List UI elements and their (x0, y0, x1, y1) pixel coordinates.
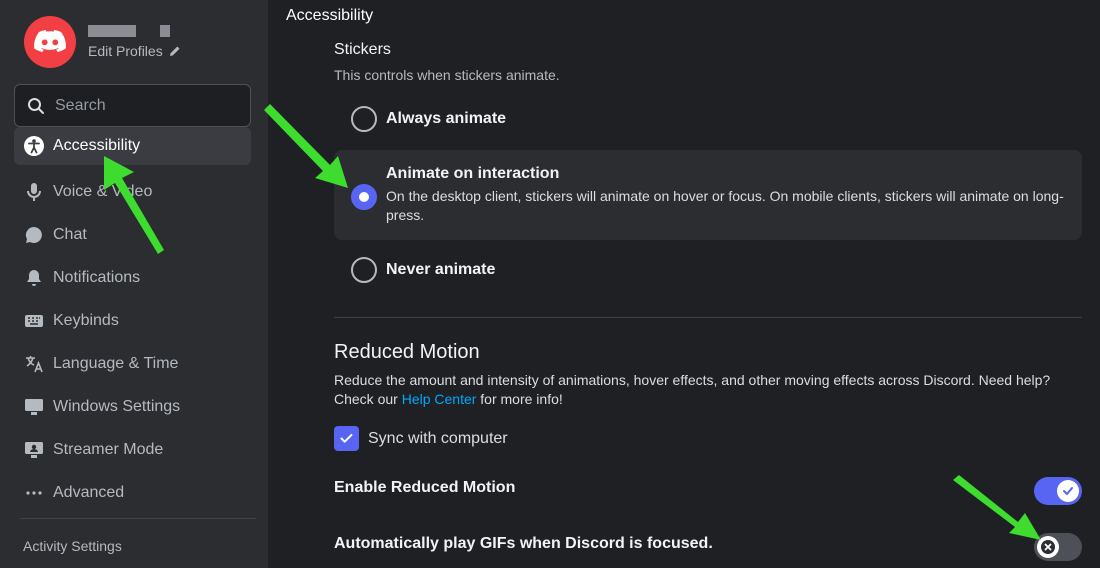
enable-reduced-motion-label: Enable Reduced Motion (334, 479, 516, 496)
sidebar-item-notifications[interactable]: Notifications (14, 256, 251, 299)
profile-header: Edit Profiles (24, 16, 181, 68)
reduced-motion-description: Reduce the amount and intensity of anima… (334, 371, 1082, 409)
bell-icon (24, 268, 44, 288)
stickers-section-title: Stickers (334, 41, 391, 58)
help-center-link[interactable]: Help Center (402, 391, 477, 407)
pencil-icon (169, 46, 180, 56)
checkmark-icon (340, 433, 353, 443)
page-title: Accessibility (286, 7, 374, 24)
chat-bubble-icon (24, 225, 44, 245)
keyboard-icon (24, 311, 44, 331)
sticker-option-animate-on-interaction[interactable]: Animate on interaction On the desktop cl… (334, 150, 1082, 240)
toggle-knob (1037, 536, 1059, 558)
sidebar-item-label: Advanced (53, 483, 125, 501)
monitor-icon (24, 397, 44, 417)
redacted-username (88, 25, 181, 39)
description-text: for more info! (476, 391, 563, 407)
autoplay-gifs-label: Automatically play GIFs when Discord is … (334, 535, 713, 552)
sidebar-item-windows-settings[interactable]: Windows Settings (14, 385, 251, 428)
search-icon (28, 97, 44, 114)
close-icon (1041, 540, 1055, 554)
edit-profiles-link[interactable]: Edit Profiles (88, 43, 181, 59)
sidebar-item-accessibility[interactable]: Accessibility (14, 127, 251, 165)
sidebar-section-header: Activity Settings (23, 538, 122, 554)
sync-checkbox[interactable] (334, 426, 359, 451)
sidebar-item-label: Keybinds (53, 311, 119, 329)
streamer-icon (24, 440, 44, 460)
radio-button[interactable] (351, 106, 377, 132)
sidebar-item-chat[interactable]: Chat (14, 213, 251, 256)
checkmark-icon (1063, 487, 1073, 495)
discord-logo-icon (34, 30, 66, 53)
sidebar-item-label: Notifications (53, 268, 141, 286)
search-input[interactable] (55, 96, 235, 115)
reduced-motion-title: Reduced Motion (334, 341, 480, 363)
sidebar-item-voice-video[interactable]: Voice & Video (14, 170, 251, 213)
translate-icon (24, 354, 44, 374)
sidebar-item-streamer-mode[interactable]: Streamer Mode (14, 428, 251, 471)
radio-button[interactable] (351, 257, 377, 283)
toggle-knob (1057, 480, 1079, 502)
radio-description: On the desktop client, stickers will ani… (386, 188, 1064, 223)
radio-button-selected[interactable] (351, 184, 377, 210)
sidebar-divider (20, 518, 256, 519)
radio-label: Never animate (386, 261, 496, 278)
sidebar-item-label: Windows Settings (53, 397, 181, 415)
sidebar-item-label: Chat (53, 225, 87, 243)
search-box[interactable] (14, 84, 251, 127)
settings-sidebar: Edit Profiles Accessibility Voice & Vide… (0, 0, 268, 568)
sidebar-item-label: Language & Time (53, 354, 179, 372)
sync-with-computer-row[interactable]: Sync with computer (334, 426, 508, 451)
sidebar-nav: Accessibility Voice & Video Chat Notific… (14, 127, 251, 514)
enable-reduced-motion-toggle[interactable] (1034, 477, 1082, 505)
radio-label: Always animate (386, 110, 507, 127)
settings-content: Accessibility Stickers This controls whe… (268, 0, 1100, 568)
autoplay-gifs-toggle[interactable] (1034, 533, 1082, 561)
sidebar-item-label: Streamer Mode (53, 440, 164, 458)
sync-label: Sync with computer (368, 429, 508, 447)
radio-label: Animate on interaction (386, 165, 560, 182)
sidebar-item-language-time[interactable]: Language & Time (14, 342, 251, 385)
accessibility-icon (24, 136, 44, 156)
stickers-section-description: This controls when stickers animate. (334, 67, 560, 83)
sticker-option-always-animate[interactable]: Always animate (334, 106, 1082, 132)
section-divider (334, 317, 1082, 318)
microphone-icon (24, 182, 44, 202)
sidebar-item-label: Voice & Video (53, 182, 153, 200)
sidebar-item-label: Accessibility (53, 137, 141, 154)
sidebar-item-advanced[interactable]: Advanced (14, 471, 251, 514)
sidebar-item-keybinds[interactable]: Keybinds (14, 299, 251, 342)
avatar[interactable] (24, 16, 76, 68)
ellipsis-icon (24, 483, 44, 503)
edit-profiles-label: Edit Profiles (88, 43, 163, 59)
sticker-option-never-animate[interactable]: Never animate (334, 257, 1082, 283)
